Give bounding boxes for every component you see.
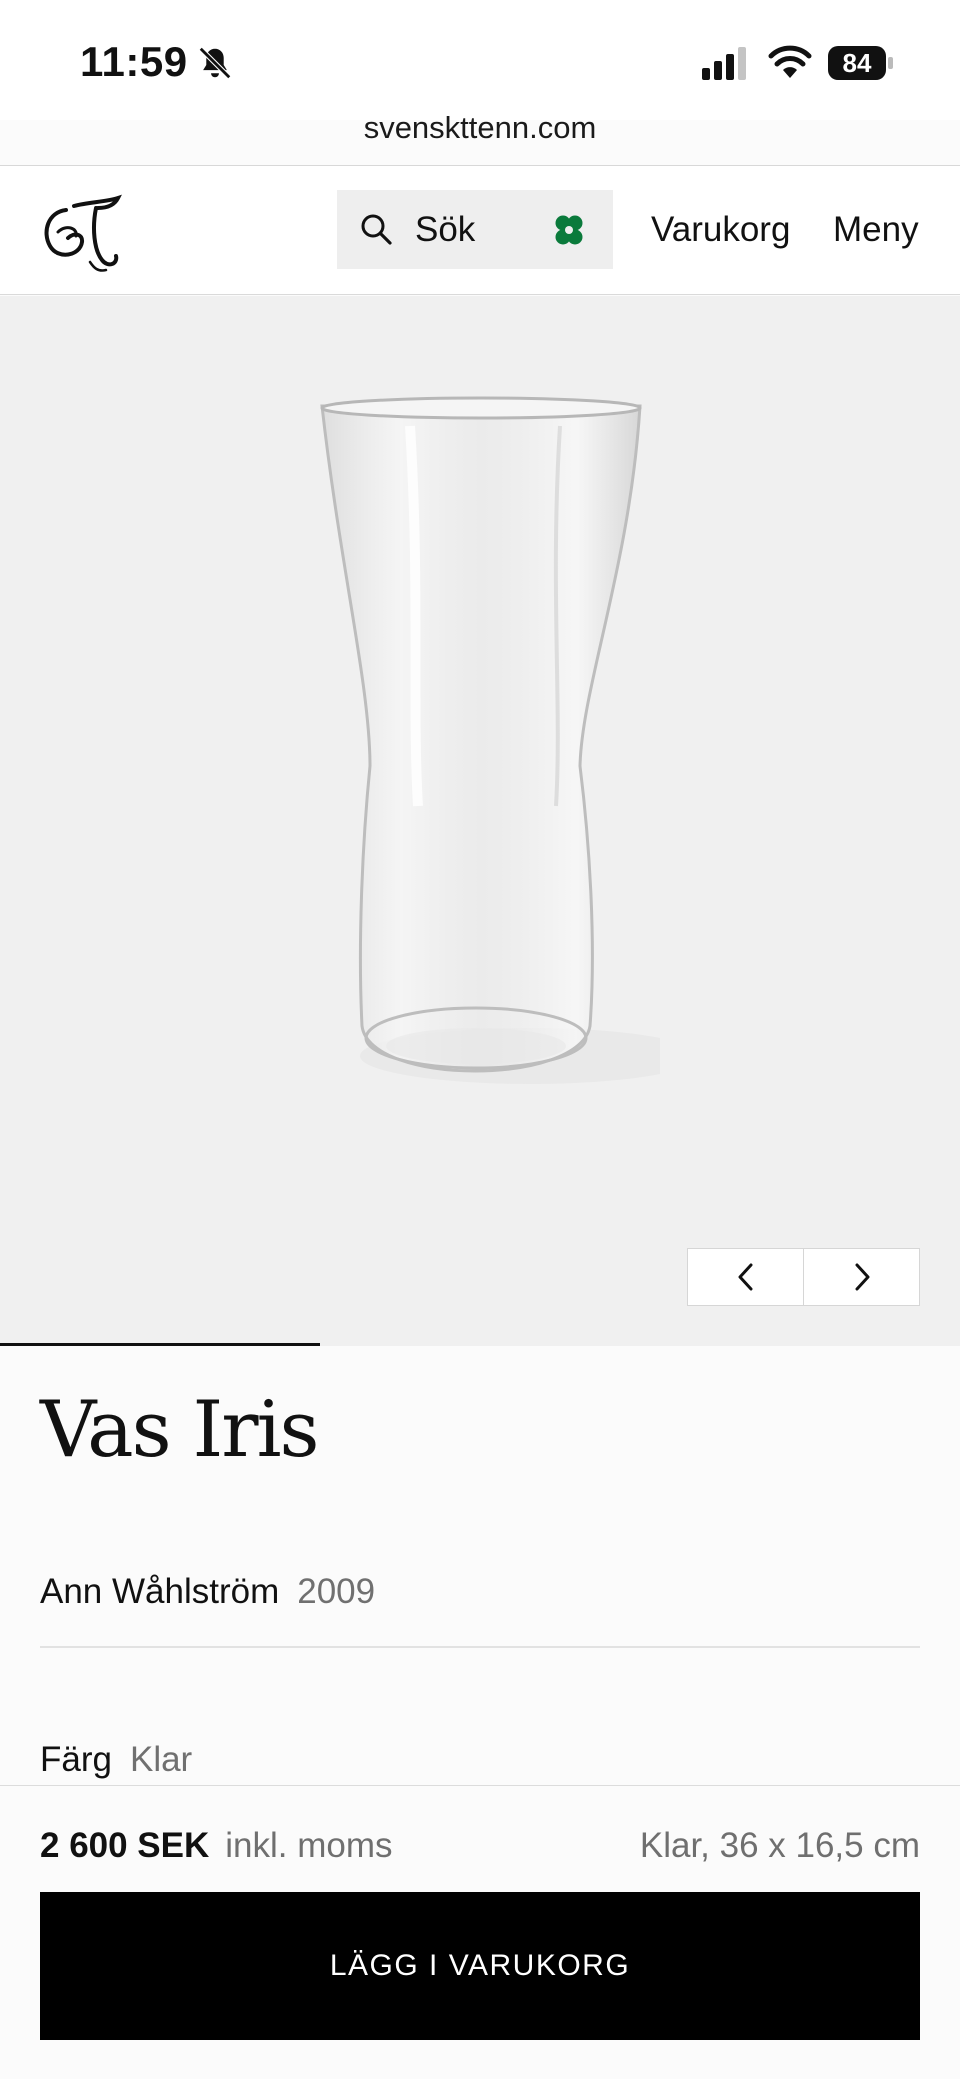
search-label: Sök [415,210,476,249]
color-info: Färg Klar [40,1740,192,1780]
chevron-left-icon [738,1263,752,1291]
product-title: Vas Iris [40,1385,320,1475]
product-gallery[interactable] [0,296,960,1346]
color-value: Klar [129,1740,193,1779]
design-year: 2009 [297,1572,376,1611]
wifi-icon [768,45,812,78]
chevron-right-icon [855,1263,869,1291]
add-to-cart-button[interactable]: LÄGG I VARUKORG [40,1892,920,2040]
search-box[interactable]: Sök [337,190,613,269]
vat-note: inkl. moms [225,1826,393,1865]
designer-info: Ann Wåhlström 2009 [40,1572,375,1612]
battery-icon: 84 [828,46,894,80]
cart-link[interactable]: Varukorg [651,210,790,250]
section-divider [40,1646,920,1648]
product-image-vase [320,396,660,1084]
clover-icon [555,215,583,245]
bell-slash-icon [198,46,232,80]
purchase-bar: 2 600 SEK inkl. moms Klar, 36 x 16,5 cm L… [0,1785,960,2079]
status-time: 11:59 [80,38,188,85]
menu-link[interactable]: Meny [833,210,919,250]
gallery-nav [687,1248,920,1306]
battery-level: 84 [828,46,886,80]
gallery-next-button[interactable] [804,1249,919,1305]
cellular-signal-icon [702,47,746,80]
gallery-prev-button[interactable] [688,1249,803,1305]
site-header: Sök Varukorg Meny [0,166,960,295]
search-icon [361,214,392,245]
status-bar: 11:59 84 svenskttenn.com [0,0,960,145]
browser-url[interactable]: svenskttenn.com [0,110,960,146]
color-label: Färg [40,1740,112,1779]
price-amount: 2 600 SEK [40,1826,210,1865]
variant-summary: Klar, 36 x 16,5 cm [639,1826,920,1865]
gallery-progress-bar [0,1343,320,1346]
designer-name[interactable]: Ann Wåhlström [40,1572,279,1611]
svenskt-tenn-logo[interactable] [36,188,126,274]
price-block: 2 600 SEK inkl. moms [40,1826,393,1866]
